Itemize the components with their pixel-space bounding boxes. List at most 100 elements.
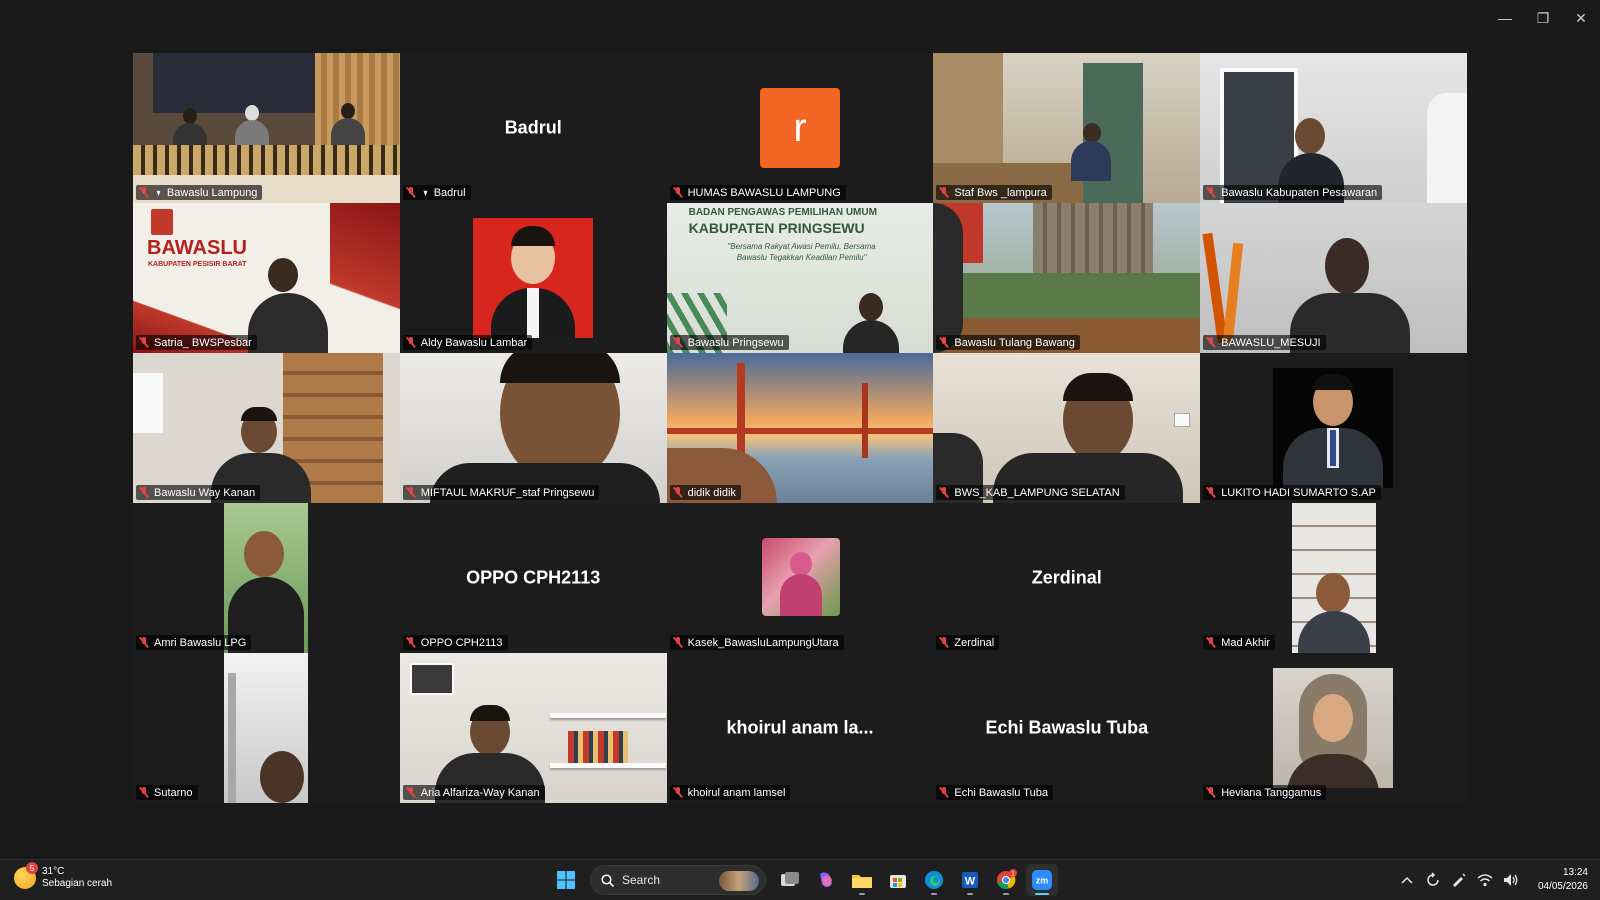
restore-button[interactable]: ❐ [1524, 0, 1562, 36]
participant-tile[interactable]: BWS_KAB_LAMPUNG SELATAN [933, 353, 1201, 503]
participant-name-label: Satria_ BWSPesbar [154, 336, 252, 349]
video-feed [133, 53, 400, 203]
mic-muted-icon [673, 187, 683, 198]
participant-tile[interactable]: BAWASLU KABUPATEN PESISIR BARAT Satria_ BW… [133, 203, 400, 353]
participant-tile[interactable]: Sutarno [133, 653, 400, 803]
task-view-button[interactable] [774, 864, 806, 896]
mic-muted-icon [406, 487, 416, 498]
participant-nametag: Bawaslu Kabupaten Pesawaran [1203, 185, 1383, 200]
participant-name-label: didik didik [687, 486, 736, 499]
participant-nametag: Sutarno [136, 785, 198, 800]
participant-nametag: Bawaslu Pringsewu [669, 335, 789, 350]
mic-muted-icon [406, 637, 416, 648]
video-feed [399, 653, 667, 803]
participant-tile[interactable]: BADAN PENGAWAS PEMILIHAN UMUM KABUPATEN P… [666, 203, 934, 353]
participant-nametag: Zerdinal [936, 635, 1000, 650]
mic-muted-icon [939, 187, 949, 198]
participant-tile[interactable]: Bawaslu Kabupaten Pesawaran [1200, 53, 1467, 203]
participant-tile[interactable]: khoirul anam la... khoirul anam lamsel [666, 653, 934, 803]
participant-nametag: Aldy Bawaslu Lambar [402, 335, 533, 350]
participant-tile[interactable]: Mad Akhir [1200, 503, 1467, 653]
mic-muted-icon [139, 187, 149, 198]
copilot-icon [820, 872, 832, 887]
participant-tile[interactable]: LUKITO HADI SUMARTO S.AP [1200, 353, 1467, 503]
participant-tile[interactable]: MIFTAUL MAKRUF_staf Pringsewu [399, 353, 667, 503]
weather-sun-icon: 5 [14, 862, 38, 889]
participant-nametag: Amri Bawaslu LPG [136, 635, 252, 650]
zoom-icon: zm [1032, 870, 1052, 890]
participant-name-label: Sutarno [154, 786, 193, 799]
video-feed [666, 503, 934, 653]
word-letter: W [965, 876, 976, 888]
participant-name-label: Zerdinal [954, 636, 995, 649]
chevron-up-icon[interactable] [1396, 869, 1418, 891]
participant-tile[interactable]: Bawaslu Way Kanan [133, 353, 400, 503]
sync-icon[interactable] [1422, 869, 1444, 891]
participant-tile[interactable]: BAWASLU_MESUJI [1200, 203, 1467, 353]
participant-name-label: Echi Bawaslu Tuba [954, 786, 1048, 799]
copilot-button[interactable] [810, 864, 842, 896]
avatar: r [759, 88, 840, 168]
weather-badge: 5 [26, 862, 38, 874]
participant-tile[interactable]: Echi Bawaslu Tuba Echi Bawaslu Tuba [933, 653, 1201, 803]
mic-muted-icon [139, 787, 149, 798]
participant-nametag: didik didik [669, 485, 741, 500]
pen-language-icon[interactable] [1448, 869, 1470, 891]
gallery-grid: ▼ Bawaslu Lampung Badrul ▼ Badrul r HUMAS BAWA… [133, 53, 1467, 803]
mic-muted-icon [673, 487, 683, 498]
chrome-icon: 1 [997, 869, 1017, 890]
participant-tile[interactable]: Bawaslu Tulang Bawang [933, 203, 1201, 353]
participant-display-name: Echi Bawaslu Tuba [985, 717, 1149, 738]
participant-tile[interactable]: Kasek_BawasluLampungUtara [666, 503, 934, 653]
participant-nametag: ▼ Badrul [402, 185, 471, 200]
participant-tile[interactable]: r HUMAS BAWASLU LAMPUNG [666, 53, 934, 203]
participant-nametag: BWS_KAB_LAMPUNG SELATAN [936, 485, 1125, 500]
participant-display-name: Badrul [504, 117, 562, 138]
participant-nametag: BAWASLU_MESUJI [1203, 335, 1326, 350]
participant-nametag: MIFTAUL MAKRUF_staf Pringsewu [402, 485, 600, 500]
word-icon: W [962, 872, 978, 888]
edge-button[interactable] [918, 864, 950, 896]
search-label: Search [622, 873, 661, 887]
participant-name-label: Kasek_BawasluLampungUtara [687, 636, 839, 649]
video-feed [933, 353, 1201, 503]
close-button[interactable]: ✕ [1562, 0, 1600, 36]
file-explorer-button[interactable] [846, 864, 878, 896]
participant-tile[interactable]: Aria Alfariza-Way Kanan [399, 653, 667, 803]
system-clock[interactable]: 13:24 04/05/2026 [1524, 866, 1600, 894]
volume-icon[interactable] [1500, 869, 1522, 891]
participant-tile[interactable]: Staf Bws _lampura [933, 53, 1201, 203]
participant-tile[interactable]: ▼ Bawaslu Lampung [133, 53, 400, 203]
start-button[interactable] [550, 864, 582, 896]
mic-muted-icon [1206, 187, 1216, 198]
chrome-button[interactable]: 1 [990, 864, 1022, 896]
weather-widget[interactable]: 5 31°C Sebagian cerah [14, 862, 113, 890]
zoom-button[interactable]: zm [1026, 864, 1058, 896]
pin-icon: ▼ [155, 187, 162, 198]
minimize-button[interactable]: — [1486, 0, 1524, 36]
participant-tile[interactable]: didik didik [666, 353, 934, 503]
participant-name-label: Amri Bawaslu LPG [154, 636, 247, 649]
word-button[interactable]: W [954, 864, 986, 896]
mic-muted-icon [673, 337, 683, 348]
mic-muted-icon [1206, 787, 1216, 798]
weather-temp: 31°C [42, 866, 65, 877]
participant-name-label: MIFTAUL MAKRUF_staf Pringsewu [420, 486, 595, 499]
mic-muted-icon [406, 787, 416, 798]
store-button[interactable] [882, 864, 914, 896]
participant-tile[interactable]: Amri Bawaslu LPG [133, 503, 400, 653]
video-feed: BADAN PENGAWAS PEMILIHAN UMUM KABUPATEN P… [666, 203, 934, 353]
participant-name-label: BWS_KAB_LAMPUNG SELATAN [954, 486, 1120, 499]
participant-tile[interactable]: Aldy Bawaslu Lambar [399, 203, 667, 353]
participant-tile[interactable]: Zerdinal Zerdinal [933, 503, 1201, 653]
taskbar: 5 31°C Sebagian cerah Search W 1 zm 13:2… [0, 859, 1600, 900]
weather-desc: Sebagian cerah [42, 878, 113, 889]
participant-name-label: Staf Bws _lampura [954, 186, 1047, 199]
participant-tile[interactable]: OPPO CPH2113 OPPO CPH2113 [399, 503, 667, 653]
taskbar-search[interactable]: Search [590, 865, 766, 895]
participant-nametag: khoirul anam lamsel [669, 785, 791, 800]
participant-name-label: Aldy Bawaslu Lambar [420, 336, 528, 349]
participant-tile[interactable]: Badrul ▼ Badrul [399, 53, 667, 203]
wifi-icon[interactable] [1474, 869, 1496, 891]
participant-tile[interactable]: Heviana Tanggamus [1200, 653, 1467, 803]
